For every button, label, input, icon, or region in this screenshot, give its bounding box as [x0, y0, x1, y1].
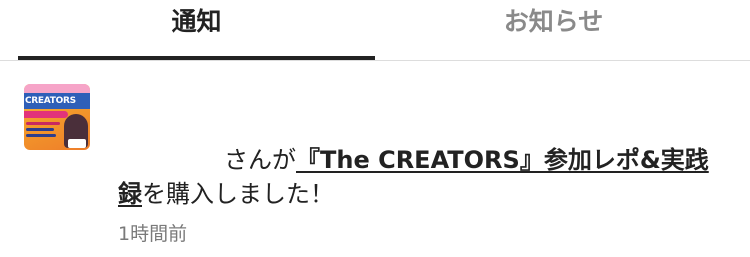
active-tab-indicator — [18, 56, 375, 60]
thumbnail-line — [26, 122, 60, 125]
thumbnail-line — [26, 134, 56, 137]
tab-bar: 通知 お知らせ — [0, 0, 750, 61]
tab-notifications[interactable]: 通知 — [18, 0, 375, 61]
notification-timestamp: 1時間前 — [118, 223, 188, 245]
thumbnail-line — [26, 128, 54, 131]
thumbnail-badge — [68, 139, 86, 148]
notification-message: さんが『The CREATORS』参加レポ&実践録を購入しました！ — [118, 143, 730, 211]
action-text: を購入しました！ — [142, 180, 334, 208]
tab-announcements[interactable]: お知らせ — [375, 0, 732, 61]
thumbnail-title: CREATORS — [24, 93, 90, 109]
thumbnail-strip — [24, 111, 68, 118]
product-thumbnail[interactable]: CREATORS — [24, 84, 90, 150]
tab-announcements-label: お知らせ — [503, 7, 604, 36]
user-suffix: さんが — [224, 146, 296, 174]
tab-notifications-label: 通知 — [171, 7, 222, 36]
